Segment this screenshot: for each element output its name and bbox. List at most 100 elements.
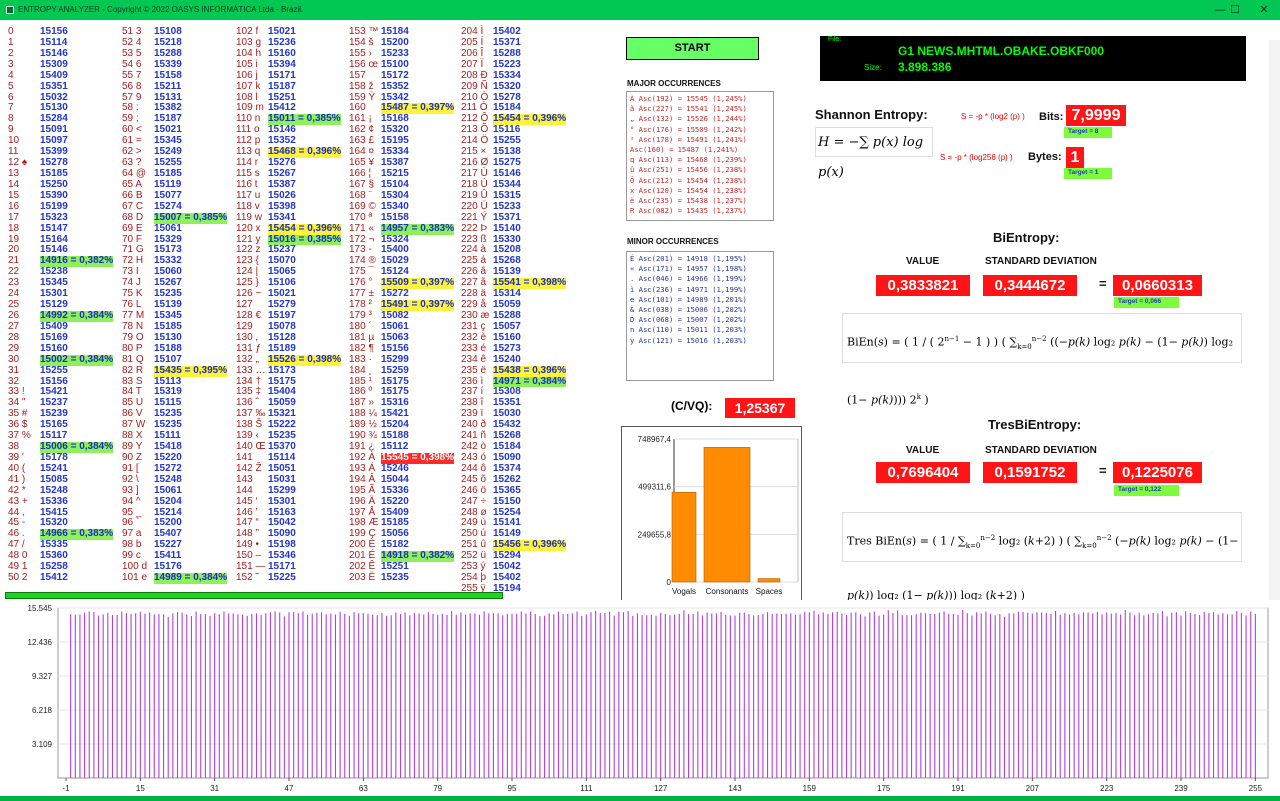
y-tick-label: 249655,8 [638, 530, 672, 539]
x-tick-label: Spaces [756, 587, 783, 596]
plot-area [57, 607, 1269, 779]
bientropy-title: BiEntropy: [993, 230, 1060, 245]
x-tick-label: -1 [62, 784, 70, 793]
y-tick-label: 499311,6 [638, 483, 671, 492]
bits-label: Bits: [1039, 111, 1064, 123]
ascii-code-label: 68 D [122, 211, 144, 223]
file-info-panel: File: G1 NEWS.MHTML.OBAKE.OBKF000 Size: … [820, 36, 1246, 81]
x-tick-label: 95 [508, 784, 517, 793]
ascii-code-label: 209 Ñ [461, 80, 488, 92]
occurrence-item[interactable]: q Asc(113) = 15468 (1,239%) [630, 155, 770, 165]
occurrence-item[interactable]: y Asc(121) = 15016 (1,203%) [630, 336, 770, 346]
y-tick-label: 12.436 [28, 638, 53, 647]
ascii-code-label: 107 k [236, 80, 261, 92]
size-label: Size: [864, 63, 882, 72]
occurrence-item[interactable]: ã Asc(227) = 15541 (1,245%) [630, 104, 770, 114]
ascii-count-value: 15235 [381, 572, 409, 584]
ascii-count-value: 15187 [268, 80, 296, 92]
window-title: ENTROPY ANALYZER - Copyright © 2022 OASY… [18, 5, 304, 14]
ascii-code-label: 5 [8, 80, 14, 92]
start-button[interactable]: START [626, 37, 759, 60]
ascii-count-value: 15341 [268, 211, 296, 223]
ascii-code-label: 120 x [236, 222, 261, 234]
ascii-code-label: 170 ª [349, 211, 373, 223]
occurrence-item[interactable]: À Asc(192) = 15545 (1,245%) [630, 94, 770, 104]
ascii-code-label: 196 Ä [349, 495, 376, 507]
y-tick-label: 748967,4 [638, 435, 672, 444]
ascii-count-value: 15259 [381, 364, 409, 376]
occurrence-item[interactable]: « Asc(171) = 14957 (1,198%) [630, 264, 770, 274]
close-button[interactable]: ✕ [1250, 0, 1278, 20]
maximize-button[interactable]: ☐ [1221, 0, 1249, 20]
occurrence-item[interactable]: û Asc(251) = 15456 (1,238%) [630, 165, 770, 175]
ascii-code-label: 30 [8, 353, 20, 365]
ascii-code-label: 221 Ý [461, 211, 488, 223]
occurrence-item[interactable]: n Asc(110) = 15011 (1,203%) [630, 325, 770, 335]
occurrence-item[interactable]: R Asc(082) = 15435 (1,237%) [630, 206, 770, 216]
character-class-chart: 748967,4 499311,6 249655,8 0 Vogals Consonant… [621, 426, 802, 606]
occurrence-item[interactable]: D Asc(068) = 15007 (1,202%) [630, 315, 770, 325]
bientropy-formula: BiEn(s) = ( 1 / ( 2n−1 − 1 ) ) ( ∑k=0n−2… [842, 313, 1242, 407]
ascii-code-label: 145 ‘ [236, 495, 258, 507]
ascii-code-label: 18 [8, 222, 20, 234]
minor-occurrences-list[interactable]: É Asc(201) = 14918 (1,195%) « Asc(171) = … [626, 251, 774, 381]
x-tick-label: 15 [136, 784, 145, 793]
ascii-count-value: 15323 [40, 211, 68, 223]
y-tick-label: 6.218 [32, 706, 53, 715]
bytes-target: Target = 1 [1064, 168, 1112, 179]
cvq-value: 1,25367 [725, 398, 795, 418]
ascii-code-label: 234 ê [461, 353, 487, 365]
occurrence-item[interactable]: & Asc(038) = 15006 (1,202%) [630, 305, 770, 315]
ascii-count-value: 15454 = 0,396% [268, 222, 342, 235]
occurrence-item[interactable]: „ Asc(132) = 15526 (1,244%) [630, 114, 770, 124]
bientropy-target: Target = 0,066 [1114, 297, 1179, 308]
ascii-code-label: 184 ¸ [349, 364, 372, 376]
occurrence-item[interactable]: Ô Asc(212) = 15454 (1,238%) [630, 176, 770, 186]
ascii-code-label: 247 ÷ [461, 495, 486, 507]
x-tick-label: 31 [210, 784, 219, 793]
ascii-count-value: 15409 [40, 69, 68, 81]
ascii-code-label: 203 Ë [349, 572, 376, 584]
bar-spaces [757, 578, 781, 583]
ascii-count-value: 15171 [268, 69, 296, 81]
bientropy-value-label: VALUE [906, 256, 940, 267]
ascii-code-label: 4 [8, 69, 14, 81]
ascii-code-label: 119 w [236, 211, 262, 223]
ascii-count-value: 15526 = 0,398% [268, 353, 342, 366]
ascii-code-label: 82 R [122, 364, 144, 376]
occurrence-item[interactable]: ° Asc(176) = 15509 (1,242%) [630, 125, 770, 135]
ascii-count-value: 15204 [154, 495, 182, 507]
character-class-bar-chart: 748967,4 499311,6 249655,8 0Vogals Consonant… [638, 435, 799, 596]
x-tick-label: 111 [580, 784, 593, 793]
ascii-count-value: 15320 [493, 80, 521, 92]
major-occurrences-list[interactable]: À Asc(192) = 15545 (1,245%) ã Asc(227) = … [626, 91, 774, 221]
y-tick-label: 0 [667, 578, 672, 587]
ascii-count-value: 15172 [381, 69, 409, 81]
ascii-count-value: 15301 [268, 495, 296, 507]
entropy-analyzer-window: ENTROPY ANALYZER - Copyright © 2022 OASY… [0, 0, 1280, 796]
shannon-entropy-title: Shannon Entropy: [815, 107, 928, 122]
vertical-scrollbar[interactable] [1269, 40, 1280, 616]
bar-vogals [671, 491, 697, 583]
occurrence-item[interactable]: ² Asc(178) = 15491 (1,241%) [630, 135, 770, 145]
ascii-count-value: 15061 [154, 222, 182, 234]
ascii-code-label: 171 « [349, 222, 375, 234]
occurrence-item[interactable]: ì Asc(236) = 14971 (1,199%) [630, 285, 770, 295]
occurrence-item[interactable]: . Asc(046) = 14966 (1,199%) [630, 274, 770, 284]
ascii-count-value: 15140 [493, 222, 521, 234]
ascii-count-value: 15435 = 0,395% [154, 364, 228, 377]
bientropy-std-label: STANDARD DEVIATION [985, 256, 1097, 267]
occurrence-item[interactable]: Asc(160) = 15487 (1,241%) [630, 145, 770, 155]
occurrence-item[interactable]: ë Asc(235) = 15438 (1,237%) [630, 196, 770, 206]
y-tick-label: 9.327 [32, 672, 53, 681]
ascii-count-value: 15107 [154, 353, 182, 365]
occurrence-item[interactable]: É Asc(201) = 14918 (1,195%) [630, 254, 770, 264]
bits-target: Target = 8 [1064, 127, 1112, 138]
ascii-code-label: 222 Þ [461, 222, 488, 234]
occurrence-item[interactable]: x Asc(120) = 15454 (1,238%) [630, 186, 770, 196]
x-tick-label: Vogals [672, 587, 696, 596]
x-tick-label: 159 [803, 784, 817, 793]
occurrence-item[interactable]: e Asc(101) = 14989 (1,201%) [630, 295, 770, 305]
x-tick-label: 63 [359, 784, 368, 793]
minor-occurrences-title: MINOR OCCURRENCES [627, 237, 719, 246]
